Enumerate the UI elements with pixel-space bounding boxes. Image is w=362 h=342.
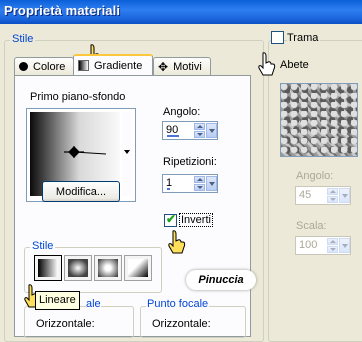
hand-pointer-icon	[258, 52, 276, 76]
center-point-title-tail: ale	[86, 298, 101, 310]
style-linear-button[interactable]	[34, 255, 62, 281]
texture-scale-value: 100	[299, 239, 318, 251]
gradient-style-title: Stile	[30, 240, 56, 252]
gradient-angle-handle[interactable]	[60, 146, 110, 158]
angle-spinner[interactable]	[194, 123, 205, 138]
texture-angle-label: Angolo:	[296, 170, 334, 182]
tab-colore[interactable]: Colore	[14, 57, 74, 75]
focal-point-title: Punto focale	[146, 298, 210, 310]
filled-circle-icon	[19, 62, 28, 71]
texture-angle-input: 45	[295, 186, 351, 205]
gradient-dropdown-button[interactable]	[122, 112, 132, 196]
style-radial-button[interactable]	[94, 255, 122, 281]
checkmark-icon: ✔	[166, 212, 177, 226]
tab-motivi-label: Motivi	[173, 60, 202, 73]
invert-label: Inverti	[179, 213, 213, 227]
tab-gradiente[interactable]: Gradiente	[73, 54, 153, 75]
repeats-spinner[interactable]	[194, 176, 205, 191]
repeats-label: Ripetizioni:	[163, 156, 217, 168]
angle-label: Angolo:	[163, 106, 201, 118]
tab-colore-label: Colore	[33, 60, 66, 73]
watermark: Pinuccia	[186, 270, 256, 290]
tab-motivi[interactable]: ✥ Motivi	[153, 57, 211, 75]
angle-input[interactable]: 90	[162, 121, 218, 140]
style-sunburst-button[interactable]	[124, 255, 152, 281]
chevron-down-icon	[124, 150, 130, 154]
center-horizontal-label: Orizzontale:	[36, 318, 95, 330]
invert-checkbox[interactable]: ✔	[164, 212, 177, 227]
style-tooltip: Lineare	[35, 291, 80, 310]
tab-gradiente-label: Gradiente	[94, 59, 143, 72]
gradient-preview-label: Primo piano-sfondo	[30, 91, 126, 103]
stile-group-title: Stile	[10, 33, 36, 45]
trama-label: Trama	[287, 32, 321, 44]
texture-preview[interactable]	[280, 83, 358, 157]
repeats-input[interactable]: 1	[162, 174, 218, 193]
texture-scale-input: 100	[295, 236, 351, 255]
pattern-icon: ✥	[158, 59, 169, 74]
trama-checkbox[interactable]	[271, 31, 284, 44]
modify-button-label: Modifica...	[55, 185, 107, 198]
texture-scale-label: Scala:	[296, 220, 327, 232]
modify-button[interactable]: Modifica...	[42, 181, 120, 202]
repeats-dropdown[interactable]	[206, 176, 217, 191]
window-title: Proprietà materiali	[4, 3, 121, 18]
gradient-icon	[78, 60, 89, 71]
focal-horizontal-label: Orizzontale:	[152, 318, 211, 330]
angle-dropdown[interactable]	[206, 123, 217, 138]
texture-angle-value: 45	[299, 189, 312, 201]
style-rectangular-button[interactable]	[64, 255, 92, 281]
texture-name: Abete	[280, 59, 309, 71]
hand-pointer-icon	[168, 230, 186, 254]
